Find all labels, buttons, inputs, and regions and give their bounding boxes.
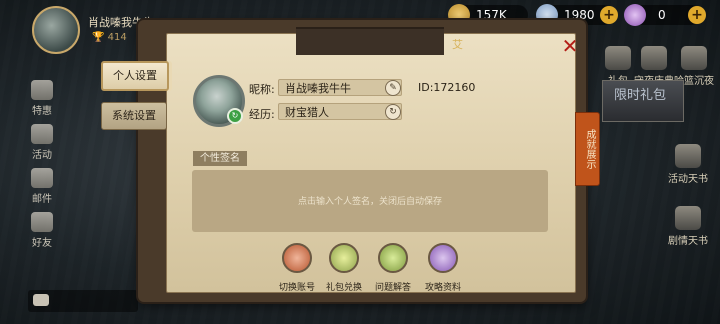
- chat-icon[interactable]: [33, 294, 49, 306]
- player-level: 🏆 414: [92, 32, 127, 43]
- switch-account-icon: [282, 243, 312, 273]
- gift-redeem-icon: [329, 243, 359, 273]
- side-menu-label: 活动: [32, 150, 52, 161]
- switch-account-button[interactable]: 切换账号: [273, 243, 321, 294]
- side-menu-deals[interactable]: 特惠: [22, 80, 62, 117]
- banner-title: 限时礼包: [614, 88, 667, 103]
- switch-account-label: 切换账号: [278, 283, 315, 293]
- side-menu-label: 邮件: [32, 194, 52, 205]
- right-menu-activity-book[interactable]: 活动天书: [666, 144, 710, 185]
- experience-field[interactable]: 财宝猎人: [278, 103, 402, 120]
- deals-icon: [31, 80, 53, 100]
- faq-label: 问题解答: [374, 283, 411, 293]
- side-menu-label: 特惠: [32, 106, 52, 117]
- nickname-label: 昵称:: [249, 83, 275, 96]
- tab-system-settings[interactable]: 系统设置: [101, 102, 167, 130]
- nickname-field[interactable]: 肖战嗪我牛牛: [278, 79, 402, 96]
- side-menu-mail[interactable]: 邮件: [22, 168, 62, 205]
- add-voucher-button[interactable]: +: [688, 6, 706, 24]
- signature-label: 个性签名: [193, 151, 247, 166]
- side-menu-events[interactable]: 活动: [22, 124, 62, 161]
- vigil-icon: [641, 46, 667, 70]
- experience-label: 经历:: [249, 108, 275, 121]
- story-book-icon: [675, 206, 701, 230]
- player-avatar[interactable]: [32, 6, 80, 54]
- right-menu-label: 剧情天书: [668, 236, 708, 247]
- avatar-swap-icon[interactable]: ↻: [227, 108, 243, 124]
- faq-icon: [378, 243, 408, 273]
- refresh-icon[interactable]: ↻: [385, 104, 401, 120]
- header-hint: 艾: [452, 38, 463, 51]
- edit-name-icon[interactable]: ✎: [385, 80, 401, 96]
- trophy-icon: 🏆: [92, 32, 108, 43]
- id-label-text: ID:: [418, 81, 434, 94]
- voucher-icon: [624, 4, 646, 26]
- id-value: 172160: [433, 81, 476, 94]
- guide-icon: [428, 243, 458, 273]
- voucher-value: 0: [658, 8, 666, 22]
- signature-placeholder: 点击输入个人签名，关闭后自动保存: [297, 197, 442, 207]
- add-diamond-button[interactable]: +: [600, 6, 618, 24]
- right-menu-story-book[interactable]: 剧情天书: [666, 206, 710, 247]
- voucher-currency: 0 +: [624, 4, 706, 26]
- gift-redeem-button[interactable]: 礼包兑换: [320, 243, 368, 294]
- mail-icon: [31, 168, 53, 188]
- guide-label: 攻略资料: [424, 283, 461, 293]
- close-button[interactable]: ✕: [560, 36, 580, 56]
- gift-redeem-label: 礼包兑换: [325, 283, 362, 293]
- tab-personal-settings[interactable]: 个人设置: [101, 61, 169, 91]
- activity-book-icon: [675, 144, 701, 168]
- events-icon: [31, 124, 53, 144]
- friends-icon: [31, 212, 53, 232]
- achievement-showcase-tab[interactable]: 成就展示: [575, 112, 600, 186]
- guide-button[interactable]: 攻略资料: [419, 243, 467, 294]
- panel-title-band: [296, 27, 444, 55]
- level-value: 414: [107, 32, 127, 43]
- right-menu-label: 活动天书: [668, 174, 708, 185]
- side-menu-label: 好友: [32, 238, 52, 249]
- id-label: ID:172160: [418, 81, 475, 94]
- side-menu-friends[interactable]: 好友: [22, 212, 62, 249]
- faq-button[interactable]: 问题解答: [369, 243, 417, 294]
- gift-pack-icon: [605, 46, 631, 70]
- night-icon: [681, 46, 707, 70]
